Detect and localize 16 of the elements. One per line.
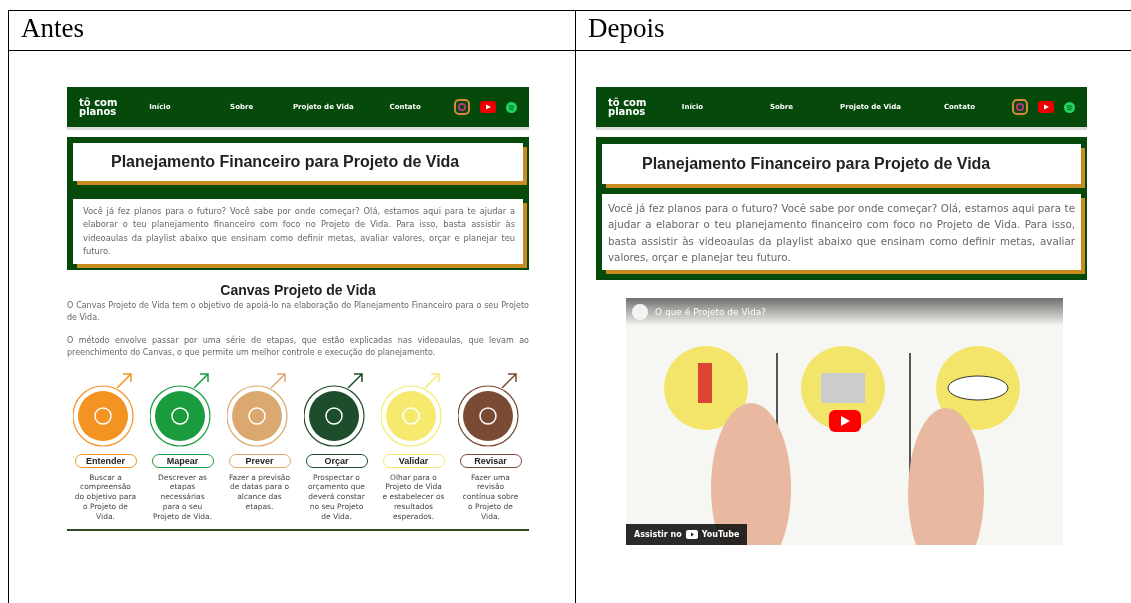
column-header: Antes	[9, 11, 576, 51]
youtube-icon[interactable]	[1038, 101, 1054, 113]
play-icon	[685, 529, 698, 539]
instagram-icon[interactable]	[454, 99, 470, 115]
section-title: Canvas Projeto de Vida	[219, 282, 377, 299]
site-logo[interactable]: tô com planos	[79, 98, 119, 116]
video-player[interactable]: O que é Projeto de Vida? Assistir no YouTube	[626, 297, 1063, 545]
section-text: O método envolve passar por uma série de etapas, que estão explicadas nas videoaulas, que levam ao preenchimento do Canvas, o que permite um melhor controle e execução do planejamento.	[67, 334, 529, 360]
site-logo[interactable]: tô com planos	[608, 98, 648, 116]
spotify-icon[interactable]	[1064, 101, 1075, 113]
instagram-icon[interactable]	[1012, 99, 1028, 115]
section-text: O Canvas Projeto de Vida tem o objetivo de apoiá-lo na elaboração do Planejamento Financeiro para o seu Projeto de Vida.	[67, 300, 529, 325]
youtube-icon[interactable]	[480, 101, 496, 113]
watch-on-youtube-link[interactable]: Assistir no YouTube	[626, 523, 748, 545]
spotify-icon[interactable]	[506, 101, 517, 113]
column-header: Depois	[576, 11, 1131, 51]
